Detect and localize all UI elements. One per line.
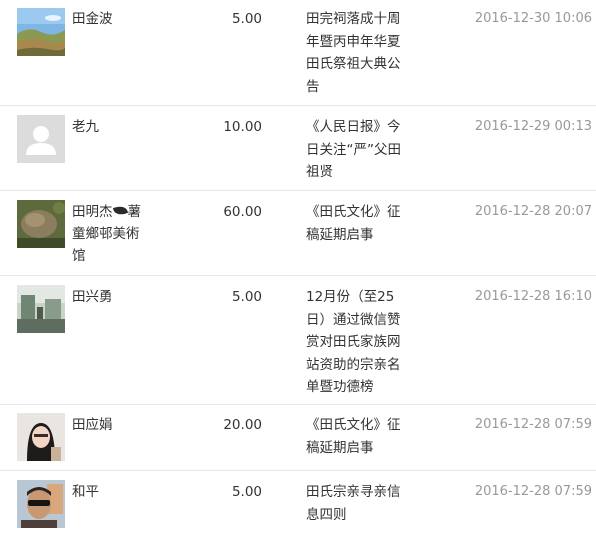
avatar[interactable] bbox=[17, 8, 65, 56]
donor-name: 和平 bbox=[72, 484, 99, 500]
article-link[interactable]: 《田氏文化》征稿延期启事 bbox=[306, 201, 410, 246]
article-link[interactable]: 《人民日报》今日关注“严”父田祖贤 bbox=[306, 116, 410, 184]
donation-time: 2016-12-28 07:59 bbox=[474, 484, 592, 499]
donation-time: 2016-12-28 07:59 bbox=[474, 417, 592, 432]
donor-name: 老九 bbox=[72, 119, 99, 135]
article-link[interactable]: 田氏宗亲寻亲信息四则 bbox=[306, 481, 410, 526]
donation-row: 和平 5.00 田氏宗亲寻亲信息四则 2016-12-28 07:59 bbox=[0, 471, 596, 541]
donation-time: 2016-12-28 16:10 bbox=[474, 289, 592, 304]
avatar[interactable] bbox=[17, 285, 65, 333]
landscape-photo-icon bbox=[17, 8, 65, 56]
article-link[interactable]: 田完祠落成十周年暨丙申年华夏田氏祭祖大典公告 bbox=[306, 8, 410, 98]
donation-row: 田明杰 薯童鄉邨美術馆 60.00 《田氏文化》征稿延期启事 2016-12-28… bbox=[0, 191, 596, 276]
avatar[interactable] bbox=[17, 115, 65, 163]
article-link[interactable]: 12月份（至25日）通过微信赞赏对田氏家族网站资助的宗亲名单暨功德榜 bbox=[306, 286, 410, 399]
donation-row: 田应娟 20.00 《田氏文化》征稿延期启事 2016-12-28 07:59 bbox=[0, 405, 596, 471]
donation-time: 2016-12-30 10:06 bbox=[474, 11, 592, 26]
avatar[interactable] bbox=[17, 480, 65, 528]
donation-amount: 5.00 bbox=[231, 289, 262, 305]
donation-amount: 20.00 bbox=[223, 417, 262, 433]
donor-name: 田金波 bbox=[72, 11, 113, 27]
donation-row: 田兴勇 5.00 12月份（至25日）通过微信赞赏对田氏家族网站资助的宗亲名单暨… bbox=[0, 276, 596, 405]
default-user-icon bbox=[17, 115, 65, 163]
donation-row: 田金波 5.00 田完祠落成十周年暨丙申年华夏田氏祭祖大典公告 2016-12-… bbox=[0, 0, 596, 106]
donation-time: 2016-12-28 20:07 bbox=[474, 204, 592, 219]
donation-amount: 10.00 bbox=[223, 119, 262, 135]
portrait-woman-photo bbox=[17, 413, 65, 461]
avatar[interactable] bbox=[17, 413, 65, 461]
donor-name-main: 田明杰 bbox=[72, 204, 113, 220]
donor-name: 田兴勇 bbox=[72, 289, 113, 305]
leaf-icon bbox=[112, 204, 128, 217]
donor-name: 田明杰 薯童鄉邨美術馆 bbox=[72, 201, 148, 267]
donation-time: 2016-12-29 00:13 bbox=[474, 119, 592, 134]
donation-row: 老九 10.00 《人民日报》今日关注“严”父田祖贤 2016-12-29 00… bbox=[0, 106, 596, 191]
donation-amount: 5.00 bbox=[231, 11, 262, 27]
avatar[interactable] bbox=[17, 200, 65, 248]
portrait-man-sunglasses-photo bbox=[17, 480, 65, 528]
article-link[interactable]: 《田氏文化》征稿延期启事 bbox=[306, 414, 410, 459]
donation-amount: 60.00 bbox=[223, 204, 262, 220]
rock-garden-photo bbox=[17, 200, 65, 248]
donor-name: 田应娟 bbox=[72, 417, 113, 433]
courtyard-photo bbox=[17, 285, 65, 333]
donation-amount: 5.00 bbox=[231, 484, 262, 500]
